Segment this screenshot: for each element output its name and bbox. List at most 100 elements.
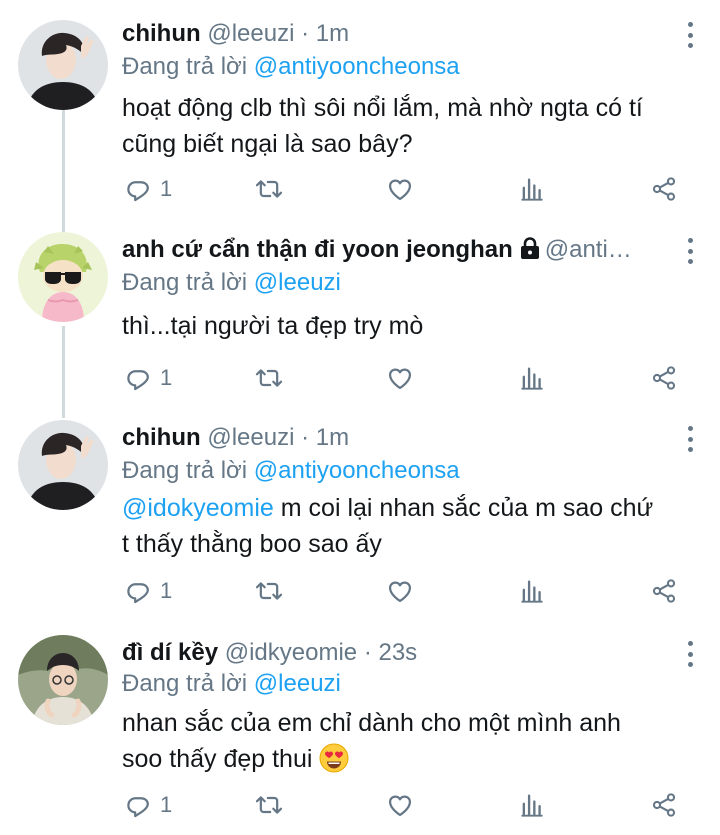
tweet-text-line: cũng biết ngại là sao bây? bbox=[122, 130, 413, 158]
more-icon[interactable] bbox=[684, 22, 696, 48]
retweet-button[interactable] bbox=[254, 172, 284, 206]
reply-button[interactable]: 1 bbox=[124, 361, 172, 395]
tweet-header: anh cứ cẩn thận đi yoon jeonghan @anti… bbox=[122, 232, 660, 268]
analytics-button[interactable] bbox=[518, 361, 546, 395]
tweet-text-line: soo thấy đẹp thui bbox=[122, 741, 702, 777]
share-icon bbox=[650, 577, 678, 605]
like-icon bbox=[386, 577, 414, 605]
like-button[interactable] bbox=[386, 574, 414, 608]
reply-context: Đang trả lời @antiyooncheonsa bbox=[122, 454, 460, 488]
tweet-text: thì...tại người ta đẹp try mò bbox=[122, 308, 702, 344]
tweet[interactable]: chihun @leeuzi · 1m Đang trả lời @antiyo… bbox=[0, 420, 720, 620]
reply-to-link[interactable]: @antiyooncheonsa bbox=[254, 53, 460, 80]
reply-icon bbox=[124, 364, 152, 392]
timestamp[interactable]: 1m bbox=[316, 20, 349, 47]
action-bar: 1 bbox=[0, 788, 720, 822]
like-icon bbox=[386, 175, 414, 203]
reply-prefix: Đang trả lời bbox=[122, 457, 248, 484]
display-name[interactable]: đì dí kềy bbox=[122, 639, 218, 666]
analytics-icon bbox=[518, 175, 546, 203]
tweet-text: nhan sắc của em chỉ dành cho một mình an… bbox=[122, 705, 702, 777]
reply-prefix: Đang trả lời bbox=[122, 53, 248, 80]
more-icon[interactable] bbox=[684, 238, 696, 264]
reply-to-link[interactable]: @leeuzi bbox=[254, 269, 341, 296]
avatar[interactable] bbox=[18, 420, 108, 510]
user-handle[interactable]: @idkyeomie bbox=[225, 639, 357, 666]
user-handle[interactable]: @leeuzi bbox=[207, 20, 294, 47]
separator: · bbox=[301, 20, 310, 47]
user-handle[interactable]: @anti… bbox=[545, 236, 632, 263]
reply-to-link[interactable]: @antiyooncheonsa bbox=[254, 457, 460, 484]
retweet-icon bbox=[254, 175, 284, 203]
reply-button[interactable]: 1 bbox=[124, 172, 172, 206]
lock-icon bbox=[520, 237, 539, 259]
tweet-header: đì dí kềy @idkyeomie · 23s bbox=[122, 635, 660, 671]
tweet[interactable]: anh cứ cẩn thận đi yoon jeonghan @anti… Đ… bbox=[0, 232, 720, 402]
like-icon bbox=[386, 364, 414, 392]
tweet-text-line: hoạt động clb thì sôi nổi lắm, mà nhờ ng… bbox=[122, 94, 643, 122]
avatar[interactable] bbox=[18, 232, 108, 322]
tweet[interactable]: chihun @leeuzi · 1m Đang trả lời @antiyo… bbox=[0, 16, 720, 216]
reply-icon bbox=[124, 175, 152, 203]
retweet-button[interactable] bbox=[254, 788, 284, 822]
share-button[interactable] bbox=[650, 574, 678, 608]
retweet-icon bbox=[254, 577, 284, 605]
reply-prefix: Đang trả lời bbox=[122, 269, 248, 296]
avatar[interactable] bbox=[18, 635, 108, 725]
timestamp[interactable]: 1m bbox=[316, 424, 349, 451]
reply-button[interactable]: 1 bbox=[124, 574, 172, 608]
reply-context: Đang trả lời @leeuzi bbox=[122, 266, 341, 300]
timestamp[interactable]: 23s bbox=[378, 639, 417, 666]
reply-to-link[interactable]: @leeuzi bbox=[254, 670, 341, 697]
tweet-header: chihun @leeuzi · 1m bbox=[122, 16, 660, 52]
reply-count: 1 bbox=[160, 578, 173, 603]
retweet-button[interactable] bbox=[254, 361, 284, 395]
action-bar: 1 bbox=[0, 361, 720, 395]
share-button[interactable] bbox=[650, 788, 678, 822]
analytics-icon bbox=[518, 577, 546, 605]
tweet-header: chihun @leeuzi · 1m bbox=[122, 420, 660, 456]
separator: · bbox=[301, 424, 310, 451]
display-name[interactable]: chihun bbox=[122, 20, 201, 47]
tweet-text-line: t thấy thằng boo sao ấy bbox=[122, 530, 382, 558]
display-name[interactable]: anh cứ cẩn thận đi yoon jeonghan bbox=[122, 236, 513, 263]
heart-eyes-emoji bbox=[319, 743, 349, 773]
reply-count: 1 bbox=[160, 792, 173, 817]
retweet-icon bbox=[254, 791, 284, 819]
tweet-text-line: thì...tại người ta đẹp try mò bbox=[122, 312, 424, 340]
share-icon bbox=[650, 175, 678, 203]
tweet-text: @idokyeomie m coi lại nhan sắc của m sao… bbox=[122, 490, 702, 562]
more-icon[interactable] bbox=[684, 426, 696, 452]
analytics-button[interactable] bbox=[518, 788, 546, 822]
like-button[interactable] bbox=[386, 788, 414, 822]
mention-link[interactable]: @idokyeomie bbox=[122, 494, 274, 522]
analytics-button[interactable] bbox=[518, 172, 546, 206]
analytics-button[interactable] bbox=[518, 574, 546, 608]
tweet-text-line: @idokyeomie m coi lại nhan sắc của m sao… bbox=[122, 490, 702, 526]
share-button[interactable] bbox=[650, 361, 678, 395]
like-button[interactable] bbox=[386, 172, 414, 206]
retweet-button[interactable] bbox=[254, 574, 284, 608]
reply-count: 1 bbox=[160, 365, 173, 390]
more-icon[interactable] bbox=[684, 641, 696, 667]
retweet-icon bbox=[254, 364, 284, 392]
like-button[interactable] bbox=[386, 361, 414, 395]
user-handle[interactable]: @leeuzi bbox=[207, 424, 294, 451]
analytics-icon bbox=[518, 364, 546, 392]
tweet-text: hoạt động clb thì sôi nổi lắm, mà nhờ ng… bbox=[122, 90, 702, 162]
tweet-text-fragment: m coi lại nhan sắc của m sao chứ bbox=[273, 494, 654, 522]
reply-context: Đang trả lời @antiyooncheonsa bbox=[122, 50, 460, 84]
reply-count: 1 bbox=[160, 176, 173, 201]
action-bar: 1 bbox=[0, 172, 720, 206]
reply-context: Đang trả lời @leeuzi bbox=[122, 667, 341, 701]
share-button[interactable] bbox=[650, 172, 678, 206]
reply-prefix: Đang trả lời bbox=[122, 670, 248, 697]
tweet[interactable]: đì dí kềy @idkyeomie · 23s Đang trả lời … bbox=[0, 635, 720, 835]
avatar[interactable] bbox=[18, 20, 108, 110]
share-icon bbox=[650, 791, 678, 819]
separator: · bbox=[363, 639, 372, 666]
tweet-text-line: nhan sắc của em chỉ dành cho một mình an… bbox=[122, 709, 621, 737]
display-name[interactable]: chihun bbox=[122, 424, 201, 451]
reply-icon bbox=[124, 577, 152, 605]
reply-button[interactable]: 1 bbox=[124, 788, 172, 822]
